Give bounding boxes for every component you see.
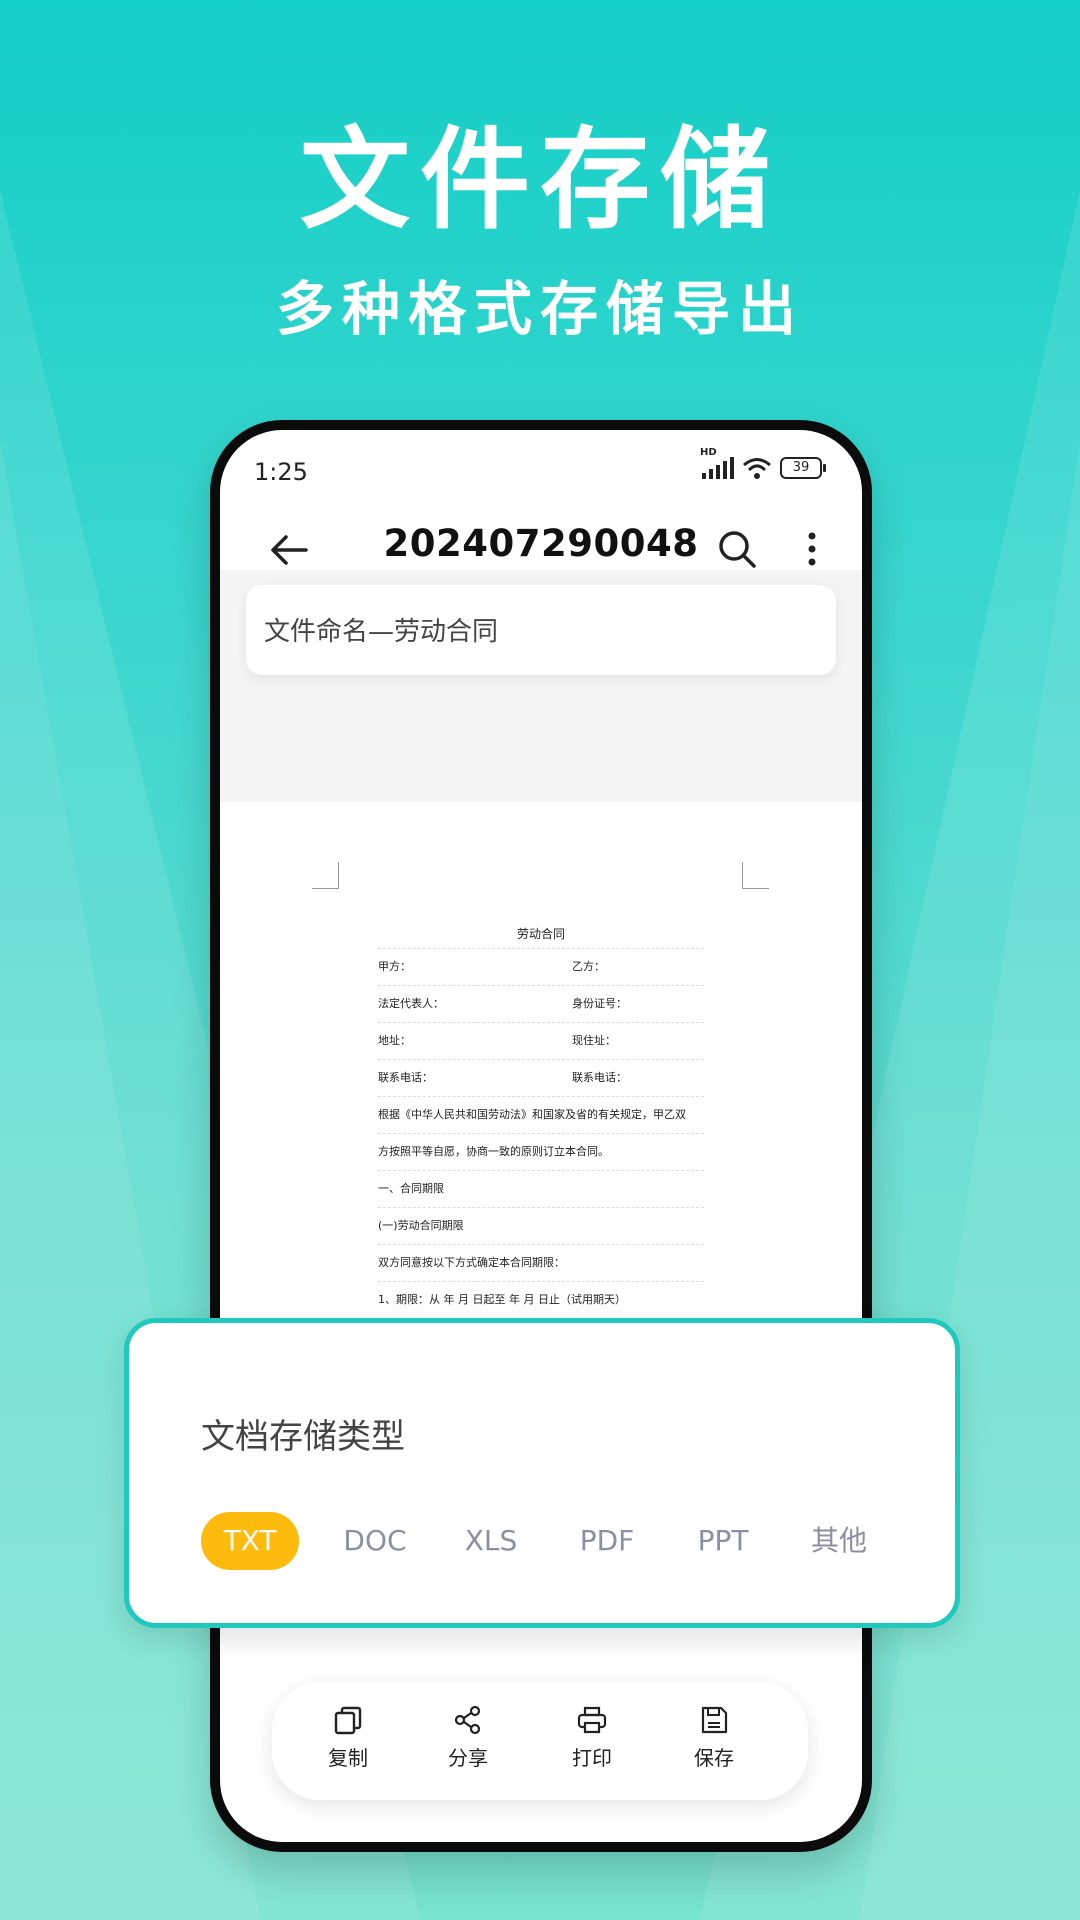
format-option-txt[interactable]: TXT bbox=[201, 1512, 299, 1570]
document-title: 202407290048 bbox=[383, 522, 699, 565]
page-corner-mark bbox=[312, 862, 339, 889]
status-time: 1:25 bbox=[254, 458, 308, 486]
save-label: 保存 bbox=[694, 1746, 734, 1770]
print-icon bbox=[577, 1706, 607, 1734]
storage-type-card: 文档存储类型 TXT DOC XLS PDF PPT 其他 bbox=[124, 1318, 960, 1628]
contract-field: 身份证号： bbox=[572, 997, 627, 1010]
contract-row: 地址： 现住址： bbox=[378, 1023, 704, 1060]
contract-title: 劳动合同 bbox=[378, 922, 704, 949]
share-label: 分享 bbox=[448, 1746, 488, 1770]
wifi-icon bbox=[743, 458, 771, 479]
file-name-text: 文件命名—劳动合同 bbox=[264, 617, 499, 647]
document-page: 劳动合同 甲方： 乙方： 法定代表人： 身份证号： 地址： 现住址： 联系电话：… bbox=[220, 802, 862, 1402]
contract-field: 现住址： bbox=[572, 1034, 616, 1047]
hero-subtitle: 多种格式存储导出 bbox=[275, 275, 804, 343]
contract-line: (一)劳动合同期限 bbox=[378, 1208, 704, 1245]
signal-hd-label: HD bbox=[700, 447, 717, 458]
contract-field: 乙方： bbox=[572, 960, 605, 973]
copy-button[interactable]: 复制 bbox=[308, 1696, 388, 1786]
save-icon bbox=[701, 1706, 728, 1734]
contract-line: 1、期限：从 年 月 日起至 年 月 日止（试用期天） bbox=[378, 1282, 704, 1319]
file-name-card[interactable]: 文件命名—劳动合同 bbox=[246, 585, 836, 675]
battery-icon: 39 bbox=[780, 457, 826, 479]
contract-line: 一、合同期限 bbox=[378, 1171, 704, 1208]
contract-line: 方按照平等自愿，协商一致的原则订立本合同。 bbox=[378, 1134, 704, 1171]
copy-label: 复制 bbox=[328, 1746, 368, 1770]
print-label: 打印 bbox=[572, 1746, 612, 1770]
share-button[interactable]: 分享 bbox=[428, 1696, 508, 1786]
signal-icon: HD bbox=[700, 447, 734, 479]
save-button[interactable]: 保存 bbox=[674, 1696, 754, 1786]
format-options: TXT DOC XLS PDF PPT 其他 bbox=[201, 1512, 897, 1570]
format-option-ppt[interactable]: PPT bbox=[665, 1512, 781, 1570]
phone-frame: 1:25 HD 39 202407290048 文件命名—劳动合同 劳动合同 甲… bbox=[210, 420, 872, 1852]
more-vertical-icon[interactable] bbox=[802, 526, 822, 572]
format-option-other[interactable]: 其他 bbox=[781, 1512, 897, 1570]
contract-field: 联系电话： bbox=[572, 1071, 627, 1084]
contract-line: 双方同意按以下方式确定本合同期限： bbox=[378, 1245, 704, 1282]
format-option-doc[interactable]: DOC bbox=[317, 1512, 433, 1570]
contract-line: 根据《中华人民共和国劳动法》和国家及省的有关规定，甲乙双 bbox=[378, 1097, 704, 1134]
storage-type-title: 文档存储类型 bbox=[201, 1417, 405, 1457]
contract-row: 甲方： 乙方： bbox=[378, 949, 704, 986]
status-bar: 1:25 HD 39 bbox=[220, 447, 862, 500]
status-icons: HD 39 bbox=[700, 447, 826, 480]
bottom-toolbar: 复制 分享 打印 保存 bbox=[272, 1682, 808, 1800]
contract-field: 法定代表人： bbox=[378, 997, 444, 1010]
contract-row: 法定代表人： 身份证号： bbox=[378, 986, 704, 1023]
print-button[interactable]: 打印 bbox=[552, 1696, 632, 1786]
contract-field: 地址： bbox=[378, 1034, 411, 1047]
contract-content: 劳动合同 甲方： 乙方： 法定代表人： 身份证号： 地址： 现住址： 联系电话：… bbox=[378, 922, 704, 1319]
hero-title: 文件存储 bbox=[300, 116, 780, 244]
search-icon[interactable] bbox=[714, 526, 760, 572]
contract-row: 联系电话： 联系电话： bbox=[378, 1060, 704, 1097]
format-option-xls[interactable]: XLS bbox=[433, 1512, 549, 1570]
format-option-pdf[interactable]: PDF bbox=[549, 1512, 665, 1570]
contract-field: 甲方： bbox=[378, 960, 411, 973]
share-icon bbox=[454, 1705, 481, 1735]
phone-screen: 1:25 HD 39 202407290048 文件命名—劳动合同 劳动合同 甲… bbox=[220, 430, 862, 1842]
copy-icon bbox=[334, 1706, 362, 1735]
contract-field: 联系电话： bbox=[378, 1071, 433, 1084]
page-corner-mark bbox=[742, 862, 769, 889]
